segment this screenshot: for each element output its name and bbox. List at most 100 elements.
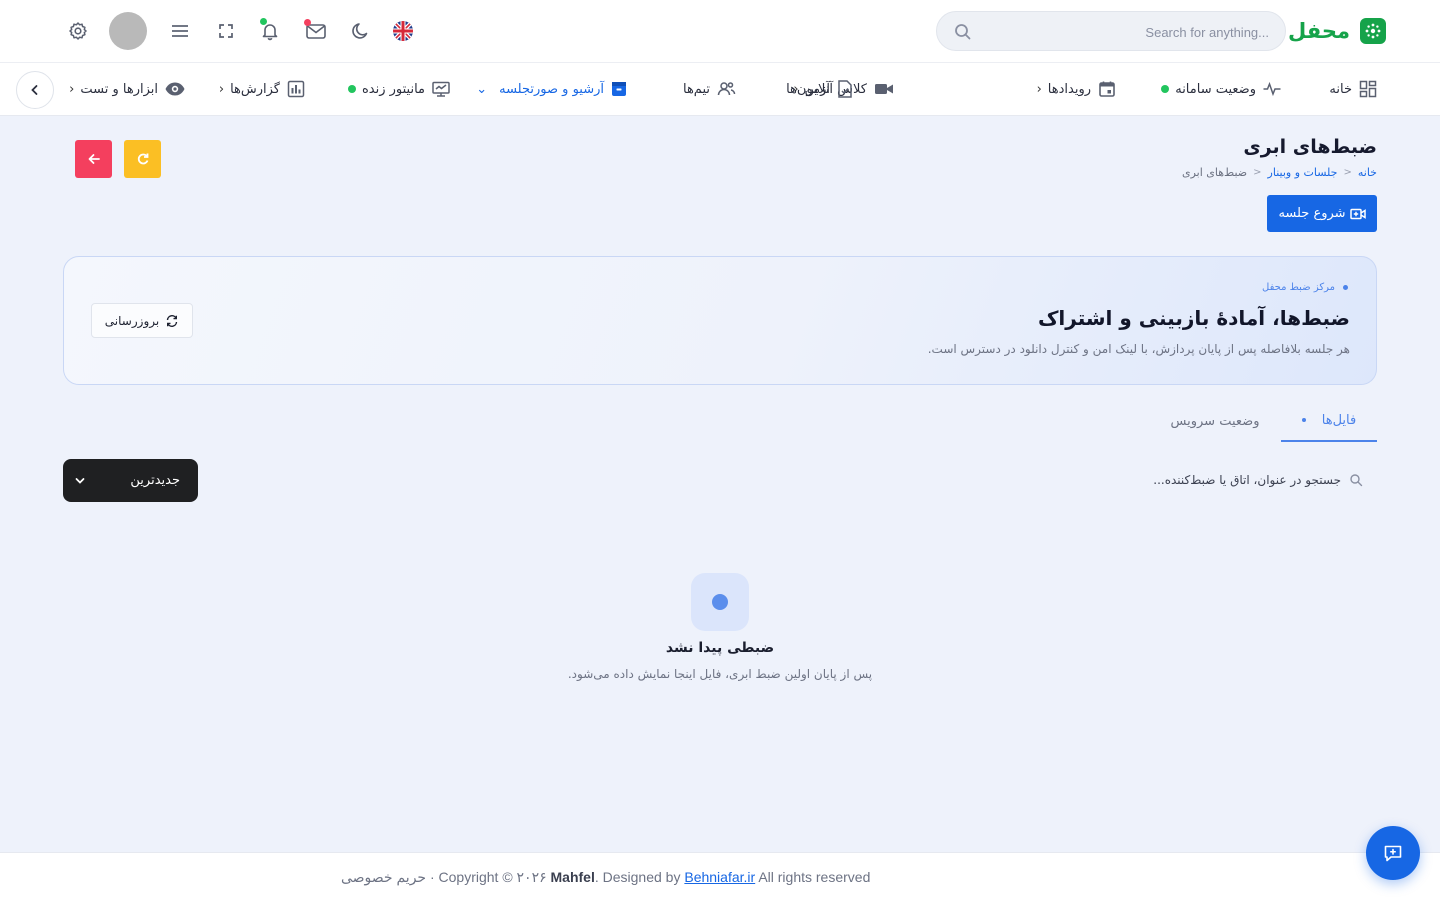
search-icon	[955, 24, 971, 40]
chevron-left-icon: ‹	[69, 81, 75, 97]
nav-item-tools[interactable]: ابزارها و تست ‹	[69, 63, 186, 115]
moon-icon[interactable]	[349, 19, 373, 43]
back-button[interactable]	[75, 140, 112, 178]
reload-button[interactable]	[124, 140, 161, 178]
search-icon	[1350, 474, 1363, 487]
breadcrumb-separator: <	[1253, 167, 1262, 178]
add-video-icon	[1349, 208, 1366, 219]
tab-service-status-label: وضعیت سرویس	[1170, 413, 1260, 429]
video-icon	[875, 84, 893, 94]
tab-active-dot	[1301, 418, 1306, 422]
footer-designed-by: . Designed by	[594, 869, 681, 885]
nav-item-home[interactable]: خانه	[1329, 63, 1378, 115]
nav-label-tools: ابزارها و تست	[80, 81, 158, 97]
breadcrumb-current: ضبط‌های ابری	[1181, 166, 1248, 179]
sort-select[interactable]: جدیدترین	[63, 459, 198, 502]
tab-files[interactable]: فایل‌ها	[1281, 400, 1377, 442]
team-icon	[717, 82, 736, 96]
nav-label-archive: آرشیو و صورتجلسه	[499, 81, 604, 97]
bell-icon[interactable]	[258, 18, 282, 43]
recording-center-card: مرکز ضبط محفل ضبط‌ها، آمادهٔ بازبینی و ا…	[63, 256, 1377, 385]
live-status-dot	[347, 85, 356, 93]
settings-icon[interactable]	[66, 19, 90, 43]
footer: حریم خصوصی · Copyright © ۲۰۲۶ Mahfel. De…	[0, 852, 1440, 900]
breadcrumb: خانه < جلسات و وبینار < ضبط‌های ابری	[1182, 166, 1377, 179]
top-bar: محفل	[0, 0, 1440, 63]
calendar-icon	[1099, 81, 1115, 97]
chevron-left-icon	[31, 85, 38, 95]
nav-label-events: رویدادها	[1047, 81, 1091, 97]
tab-service-status[interactable]: وضعیت سرویس	[1160, 400, 1270, 442]
recordings-search-input[interactable]	[1121, 473, 1341, 487]
designer-link[interactable]: Behniafar.ir	[684, 869, 755, 885]
chevron-down-icon: ⌄	[476, 81, 488, 97]
empty-state-subtitle: پس از پایان اولین ضبط ابری، فایل اینجا ن…	[567, 667, 873, 681]
hero-kicker-text: مرکز ضبط محفل	[1262, 282, 1335, 293]
breadcrumb-sessions[interactable]: جلسات و وبینار	[1268, 166, 1338, 179]
chevron-left-icon: ‹	[1036, 81, 1042, 97]
nav-item-teams[interactable]: تیم‌ها	[683, 63, 736, 115]
nav-scroll-button[interactable]	[16, 71, 54, 109]
nav-item-archive[interactable]: آرشیو و صورتجلسه ⌄	[476, 63, 628, 115]
brand-logo-icon	[1360, 18, 1386, 44]
hero-kicker: مرکز ضبط محفل	[1262, 282, 1348, 293]
fullscreen-icon[interactable]	[214, 19, 238, 43]
sort-selected-value: جدیدترین	[130, 473, 180, 488]
nav-label-exams: آزمون‌ها	[786, 81, 830, 97]
hero-subtitle: هر جلسه بلافاصله پس از پایان پردازش، با …	[927, 342, 1350, 356]
nav-item-exams[interactable]: آزمون‌ها	[786, 63, 854, 115]
bell-badge	[260, 18, 267, 25]
global-search	[936, 11, 1286, 51]
page-title: ضبط‌های ابری	[1243, 136, 1377, 158]
start-session-button[interactable]: شروع جلسه	[1267, 195, 1377, 232]
footer-rights: All rights reserved	[758, 869, 871, 885]
report-icon	[287, 80, 305, 98]
brand-name: محفل	[1288, 19, 1350, 43]
refresh-icon	[137, 153, 148, 165]
footer-copyright: · Copyright © ۲۰۲۶	[429, 869, 547, 885]
global-search-input[interactable]	[981, 20, 1269, 44]
nav-item-live-monitor[interactable]: مانیتور زنده	[347, 63, 451, 115]
nav-item-system-status[interactable]: وضعیت سامانه	[1161, 63, 1282, 115]
live-status-dot	[1161, 85, 1170, 93]
nav-label-system-status: وضعیت سامانه	[1175, 81, 1256, 97]
nav-label-reports: گزارش‌ها	[230, 81, 280, 97]
hero-title: ضبط‌ها، آمادهٔ بازبینی و اشتراک	[1037, 306, 1350, 330]
exam-icon	[838, 80, 852, 98]
nav-label-teams: تیم‌ها	[682, 81, 710, 97]
empty-state-icon	[691, 573, 749, 631]
chevron-left-icon: ‹	[218, 81, 225, 97]
nav-label-home: خانه	[1329, 81, 1352, 97]
dashboard-icon	[1359, 80, 1377, 98]
footer-text: حریم خصوصی · Copyright © ۲۰۲۶ Mahfel. De…	[341, 869, 870, 886]
avatar[interactable]	[109, 12, 147, 50]
nav-item-events[interactable]: رویدادها ‹	[1037, 63, 1117, 115]
start-session-label: شروع جلسه	[1278, 206, 1346, 221]
archive-icon	[612, 82, 626, 96]
footer-brand: Mahfel	[550, 869, 595, 885]
arrow-left-icon	[88, 154, 100, 164]
mail-icon[interactable]	[304, 19, 328, 43]
chat-icon	[1384, 845, 1402, 862]
breadcrumb-separator: <	[1343, 167, 1352, 178]
tab-files-label: فایل‌ها	[1321, 412, 1357, 428]
eye-icon	[165, 82, 185, 96]
pulse-icon	[1263, 81, 1281, 97]
refresh-button[interactable]: بروزرسانی	[91, 303, 193, 338]
kicker-dot	[1343, 285, 1348, 290]
mail-badge	[304, 19, 311, 26]
chat-button[interactable]	[1366, 826, 1420, 880]
sync-icon	[167, 314, 178, 327]
recordings-search	[1110, 462, 1377, 498]
empty-state-title: ضبطی پیدا نشد	[665, 640, 775, 656]
menu-icon[interactable]	[168, 19, 192, 43]
nav-item-reports[interactable]: گزارش‌ها ‹	[219, 63, 306, 115]
brand[interactable]: محفل	[1288, 15, 1386, 47]
chevron-down-icon	[75, 477, 85, 484]
privacy-link[interactable]: حریم خصوصی	[341, 869, 426, 885]
uk-flag-icon[interactable]	[391, 19, 415, 43]
breadcrumb-home[interactable]: خانه	[1358, 166, 1377, 179]
nav-label-live-monitor: مانیتور زنده	[361, 81, 425, 97]
main-nav: خانه وضعیت سامانه رویدادها ‹ کلاس آنلاین…	[0, 63, 1440, 116]
refresh-label: بروزرسانی	[104, 313, 160, 328]
